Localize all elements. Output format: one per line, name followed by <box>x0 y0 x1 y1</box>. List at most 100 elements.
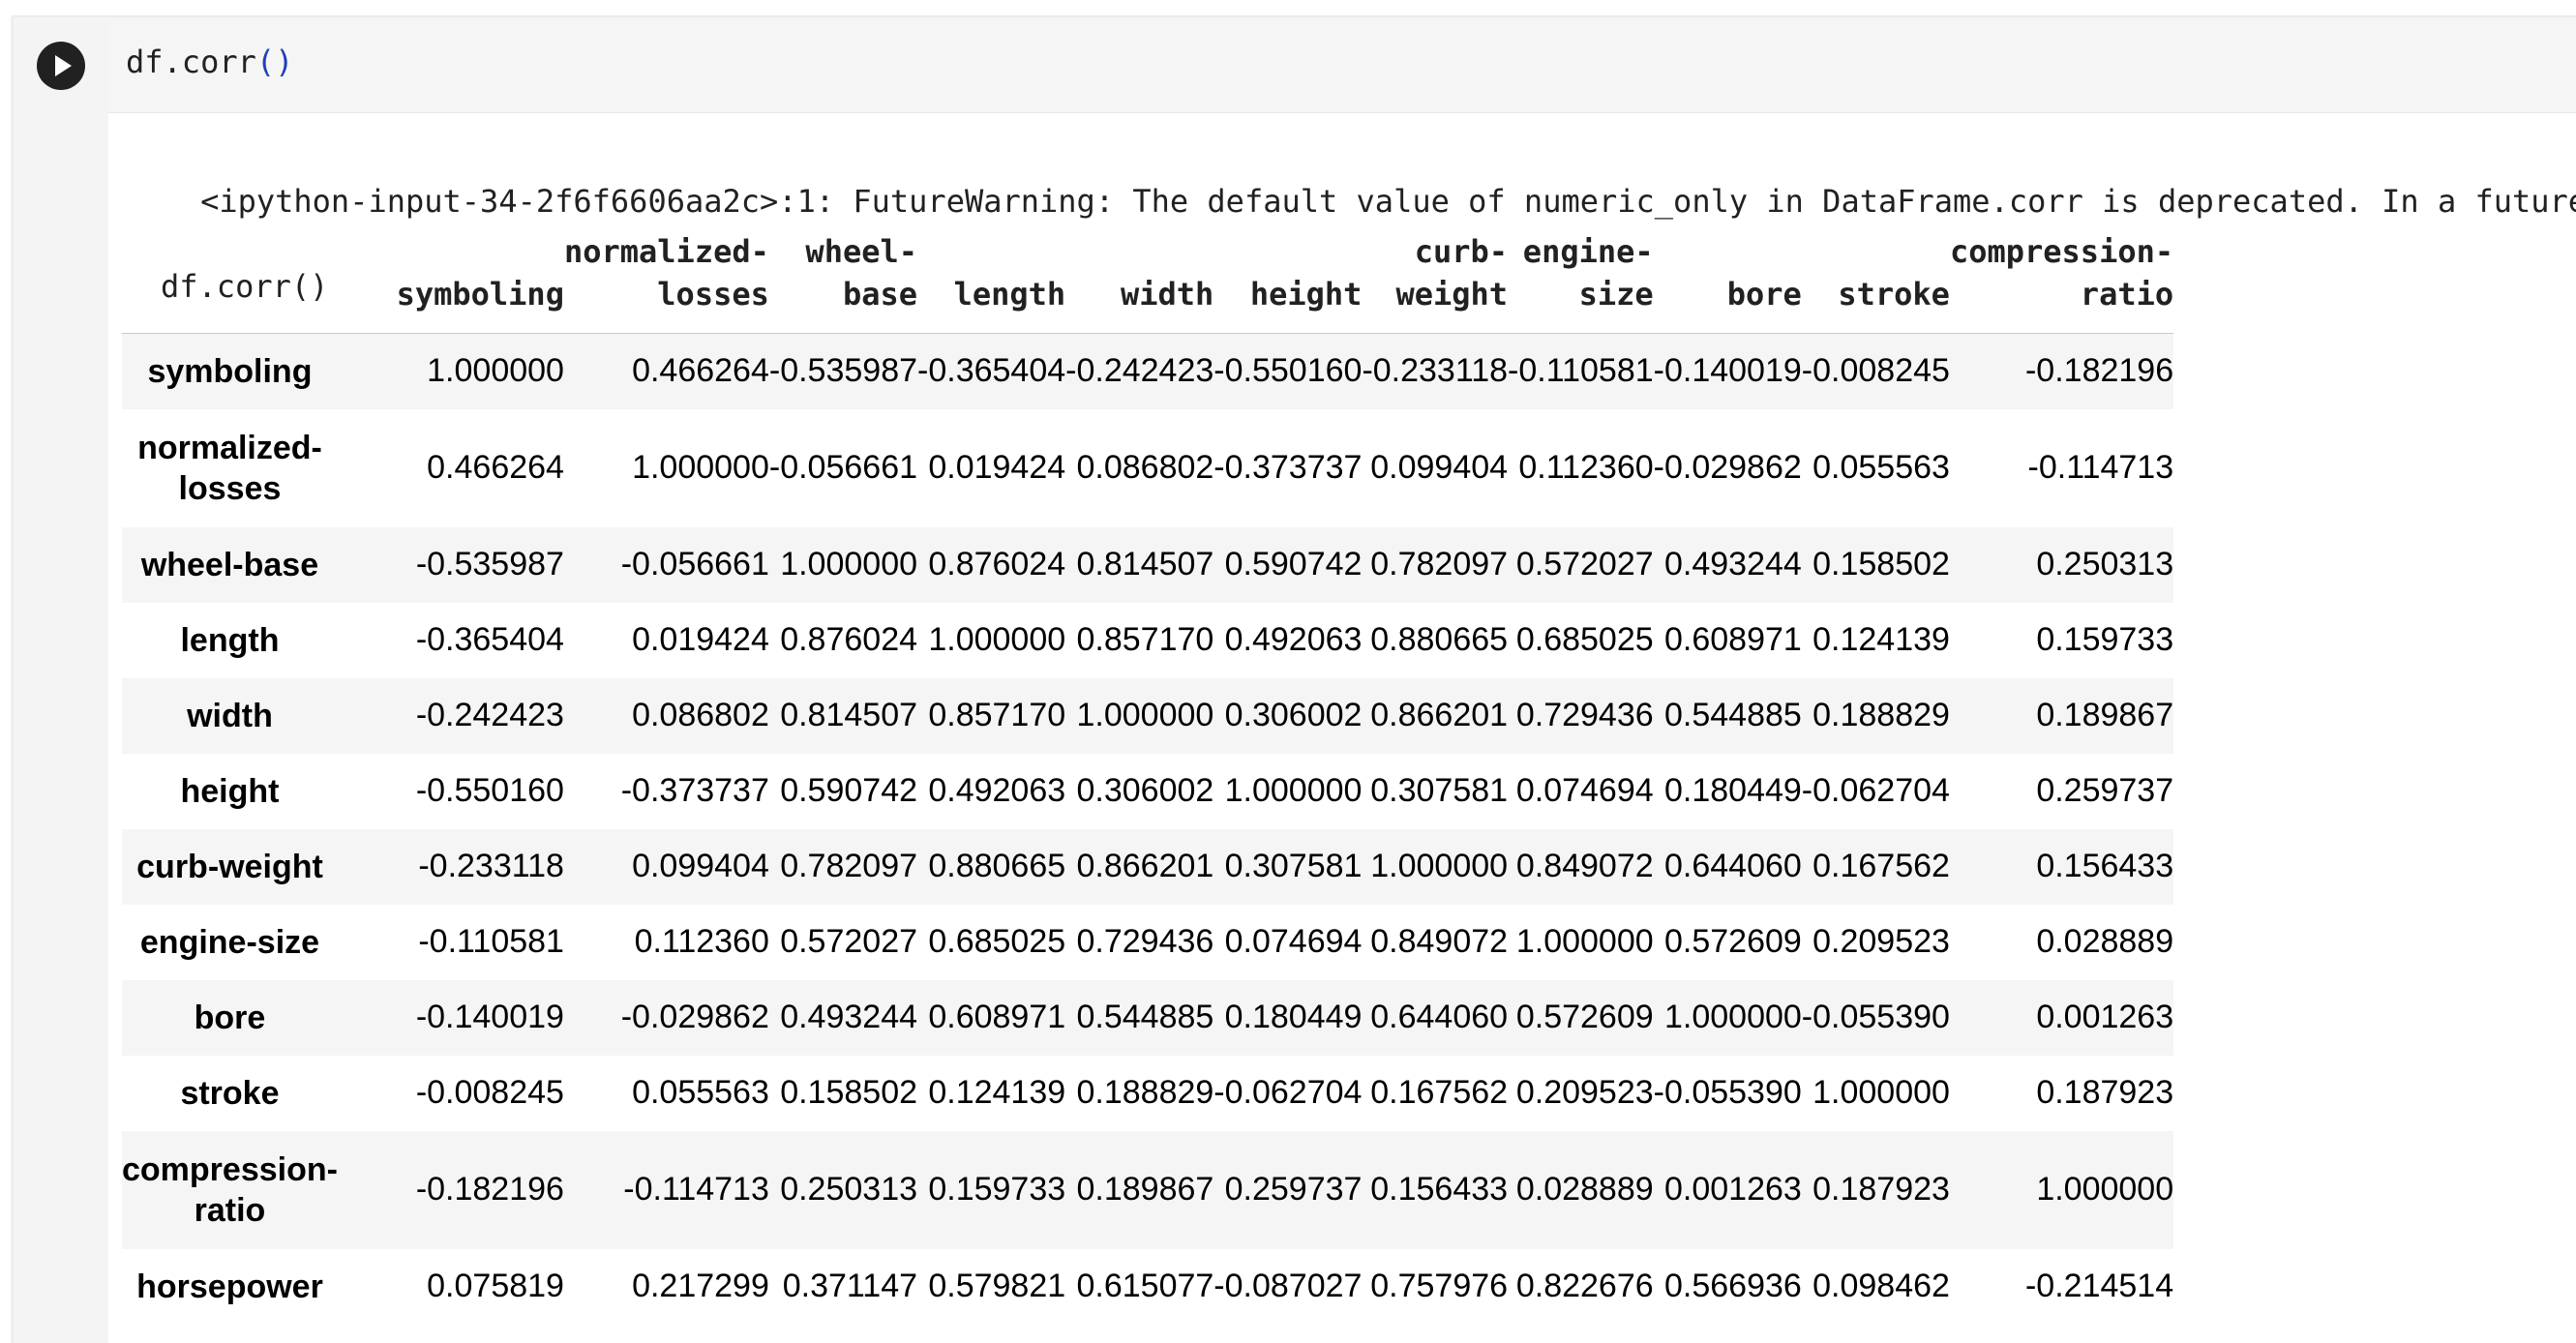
label-line: normalized- <box>563 233 769 270</box>
table-cell: 0.180449 <box>1663 772 1802 809</box>
table-cell: 0.466264 <box>632 352 769 390</box>
table-cell: 0.086802 <box>632 697 769 733</box>
table-cell: 0.180449 <box>1224 999 1363 1035</box>
table-cell: 0.099404 <box>632 848 769 884</box>
label-line: height <box>180 772 280 810</box>
row-header: length <box>122 603 338 678</box>
table-cell: 0.028889 <box>2036 923 2174 960</box>
table-cell: -0.365404 <box>415 621 564 658</box>
label-line: losses <box>178 469 282 507</box>
table-header-row: symboling normalized-losses wheel-base leng… <box>122 228 2174 334</box>
code-line[interactable]: df.corr() <box>126 46 293 77</box>
label-line: curb- <box>1414 233 1509 270</box>
table-cell: 0.075819 <box>427 1268 564 1304</box>
table-cell: 0.055563 <box>1812 449 1950 486</box>
column-header: bore <box>1653 228 1802 334</box>
notebook-code-cell: df.corr() <ipython-input-34-2f6f6606aa2c… <box>12 15 2576 1343</box>
table-cell: -0.008245 <box>1801 352 1950 390</box>
table-cell: -0.114713 <box>2027 449 2174 486</box>
table-cell: 0.074694 <box>1224 923 1363 960</box>
table-cell: 0.099404 <box>1370 449 1509 486</box>
table-cell: 0.187923 <box>2036 1074 2174 1111</box>
table-cell: -0.550160 <box>415 772 564 809</box>
code-editor[interactable] <box>108 17 2576 113</box>
label-line: size <box>1578 276 1654 313</box>
table-cell: 0.055563 <box>632 1074 769 1111</box>
table-cell: 1.000000 <box>2036 1171 2174 1208</box>
table-cell: 0.822676 <box>1515 1268 1654 1304</box>
run-cell-button[interactable] <box>37 42 85 90</box>
row-header: symboling <box>122 334 338 409</box>
column-header: engine-size <box>1508 228 1654 334</box>
table-cell: 1.000000 <box>928 621 1066 658</box>
table-cell: 0.579821 <box>928 1268 1066 1304</box>
table-cell: 0.566936 <box>1663 1268 1802 1304</box>
table-cell: 0.019424 <box>928 449 1066 486</box>
table-cell: 0.644060 <box>1370 999 1509 1035</box>
table-cell: 1.000000 <box>1812 1074 1950 1111</box>
warning-text: <ipython-input-34-2f6f6606aa2c>:1: Futur… <box>200 183 2576 220</box>
table-cell: 0.492063 <box>928 772 1066 809</box>
table-cell: 0.492063 <box>1224 621 1363 658</box>
table-cell: 0.608971 <box>928 999 1066 1035</box>
table-cell: -0.233118 <box>418 848 564 884</box>
label-line: bore <box>194 999 266 1036</box>
table-body: symboling 1.000000 0.466264 -0.535987 -0.365… <box>122 333 2174 1325</box>
table-cell: 0.167562 <box>1370 1074 1509 1111</box>
row-header: stroke <box>122 1056 338 1131</box>
table-cell: 1.000000 <box>1076 697 1214 733</box>
table-cell: -0.373737 <box>1213 449 1363 486</box>
table-cell: 0.608971 <box>1663 621 1802 658</box>
table-cell: 0.156433 <box>1370 1171 1509 1208</box>
table-cell: 0.306002 <box>1224 697 1363 733</box>
table-cell: 0.544885 <box>1663 697 1802 733</box>
column-header: wheel-base <box>768 228 918 334</box>
table-cell: 0.849072 <box>1515 848 1654 884</box>
column-header: normalized-losses <box>563 228 769 334</box>
table-cell: 0.857170 <box>928 697 1066 733</box>
table-cell: 0.209523 <box>1812 923 1950 960</box>
table-cell: -0.373737 <box>620 772 769 809</box>
table-cell: -0.062704 <box>1213 1074 1363 1111</box>
table-row: length -0.365404 0.019424 0.876024 1.000000 0… <box>122 603 2173 678</box>
table-cell: 1.000000 <box>1224 772 1363 809</box>
table-cell: 0.189867 <box>1076 1171 1214 1208</box>
table-cell: 0.307581 <box>1224 848 1363 884</box>
table-cell: 1.000000 <box>1370 848 1509 884</box>
table-cell: -0.055390 <box>1653 1074 1802 1111</box>
table-cell: 0.019424 <box>632 621 769 658</box>
label-line: wheel-base <box>140 546 319 583</box>
table-cell: 0.644060 <box>1663 848 1802 884</box>
row-header: height <box>122 754 338 829</box>
table-cell: 0.250313 <box>780 1171 918 1208</box>
table-cell: 0.371147 <box>782 1268 918 1304</box>
table-cell: 0.001263 <box>1663 1171 1802 1208</box>
table-row: compression-ratio -0.182196 -0.114713 0.250… <box>122 1130 2174 1249</box>
table-cell: -0.535987 <box>768 352 918 390</box>
label-line: engine- <box>1522 233 1654 270</box>
table-cell: 0.086802 <box>1076 449 1214 486</box>
table-cell: 0.814507 <box>1076 546 1214 582</box>
table-cell: 0.866201 <box>1076 848 1214 884</box>
column-header: length <box>917 228 1066 334</box>
table-cell: 0.158502 <box>780 1074 918 1111</box>
table-cell: 1.000000 <box>1663 999 1802 1035</box>
table-cell: 1.000000 <box>427 352 564 390</box>
table-cell: 0.259737 <box>2036 772 2174 809</box>
column-header: symboling <box>337 228 564 334</box>
table-cell: 0.782097 <box>780 848 918 884</box>
table-cell: 0.124139 <box>928 1074 1066 1111</box>
row-header: curb-weight <box>122 829 338 905</box>
table-cell: -0.008245 <box>415 1074 564 1111</box>
table-cell: -0.029862 <box>1653 449 1802 486</box>
table-cell: 0.074694 <box>1515 772 1654 809</box>
table-cell: 0.572027 <box>1515 546 1654 582</box>
row-header: wheel-base <box>122 527 338 603</box>
code-text: df.corr <box>126 44 256 80</box>
table-cell: 0.572027 <box>780 923 918 960</box>
row-header: normalized-losses <box>122 409 338 527</box>
table-cell: -0.214514 <box>2024 1268 2174 1304</box>
table-cell: 0.880665 <box>928 848 1066 884</box>
table-cell: -0.182196 <box>415 1171 564 1208</box>
label-line: symboling <box>396 276 564 313</box>
